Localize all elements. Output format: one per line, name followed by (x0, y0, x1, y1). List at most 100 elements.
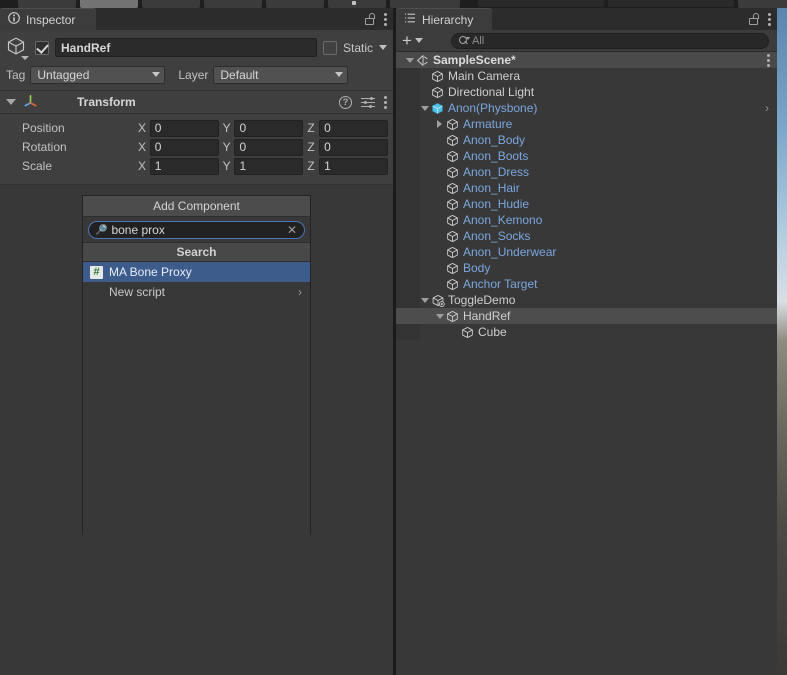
scale-label: Scale (22, 159, 53, 173)
toolbar-tool-transform[interactable] (328, 0, 386, 8)
prefab-cube-icon (430, 102, 445, 115)
toolbar-tool-hand[interactable] (18, 0, 76, 8)
hierarchy-row-cube[interactable]: Cube (396, 324, 777, 340)
gameobject-cube-icon[interactable] (6, 36, 29, 60)
toolbar-handle-dropdown[interactable] (608, 0, 734, 7)
expand-arrow-down-icon[interactable] (404, 57, 415, 63)
hierarchy-row-directional-light[interactable]: Directional Light (396, 84, 777, 100)
transform-component-header[interactable]: Transform ? (0, 91, 393, 114)
hierarchy-row-anon-boots[interactable]: Anon_Boots (396, 148, 777, 164)
gameobject-icon (445, 182, 460, 195)
kebab-menu-icon[interactable] (767, 54, 770, 67)
toolbar-pivot-dropdown[interactable] (478, 0, 604, 7)
toolbar-tool-rotate[interactable] (142, 0, 200, 8)
tab-inspector[interactable]: Inspector (0, 8, 96, 30)
chevron-right-icon: › (298, 285, 302, 299)
gameobject-icon (445, 134, 460, 147)
kebab-menu-icon[interactable] (384, 95, 387, 109)
tab-hierarchy[interactable]: Hierarchy (396, 8, 492, 30)
hierarchy-tree: SampleScene* Main Camera Directional Light… (396, 52, 777, 340)
gameobject-enabled-checkbox[interactable] (35, 40, 49, 55)
hierarchy-row-anon-socks[interactable]: Anon_Socks (396, 228, 777, 244)
hierarchy-create-button[interactable]: + (402, 32, 423, 49)
transform-axis-icon (23, 93, 38, 111)
add-component-item-ma-bone-proxy[interactable]: # MA Bone Proxy (83, 262, 310, 282)
toolbar-tool-scale[interactable] (204, 0, 262, 8)
hierarchy-row-samplescene[interactable]: SampleScene* (396, 52, 777, 68)
rotation-label: Rotation (22, 140, 67, 154)
scale-z-input[interactable]: 1 (319, 157, 388, 175)
hierarchy-row-toggledemo[interactable]: ToggleDemo (396, 292, 777, 308)
expand-arrow-right-icon[interactable] (434, 120, 445, 128)
expand-arrow-down-icon[interactable] (419, 105, 430, 111)
hierarchy-row-anon-hudie[interactable]: Anon_Hudie (396, 196, 777, 212)
gameobject-icon-caret (21, 56, 29, 60)
expand-arrow-down-icon[interactable] (434, 313, 445, 319)
rotation-x-input[interactable]: 0 (149, 138, 219, 156)
clear-x-icon[interactable]: ✕ (287, 224, 297, 236)
hierarchy-row-anon-body[interactable]: Anon_Body (396, 132, 777, 148)
gameobject-icon (445, 278, 460, 291)
scene-view-sliver (777, 8, 787, 675)
kebab-menu-icon[interactable] (384, 12, 387, 26)
toolbar-play-controls[interactable] (738, 0, 787, 8)
gameobject-icon (445, 262, 460, 275)
gameobject-icon (445, 230, 460, 243)
static-checkbox[interactable] (322, 40, 337, 55)
lock-open-icon[interactable] (365, 13, 375, 25)
tag-value: Untagged (37, 67, 90, 82)
hierarchy-tabbar: Hierarchy (396, 8, 777, 30)
hierarchy-row-handref[interactable]: HandRef (396, 308, 777, 324)
add-component-search-field[interactable]: 🔍 ✕ (88, 221, 305, 239)
add-component-item-label: New script (109, 285, 166, 299)
axis-z-label: Z (307, 159, 315, 173)
hierarchy-row-anon-dress[interactable]: Anon_Dress (396, 164, 777, 180)
layer-label: Layer (178, 67, 209, 82)
lock-open-icon[interactable] (749, 13, 759, 25)
rotation-z-input[interactable]: 0 (319, 138, 388, 156)
hierarchy-row-armature[interactable]: Armature (396, 116, 777, 132)
add-component-search-input[interactable] (111, 223, 283, 237)
position-x-input[interactable]: 0 (149, 119, 219, 137)
hierarchy-row-anon-kemono[interactable]: Anon_Kemono (396, 212, 777, 228)
hierarchy-search-input[interactable]: All (450, 32, 769, 49)
kebab-menu-icon[interactable] (768, 12, 771, 26)
hierarchy-row-label: Directional Light (448, 85, 535, 99)
scale-y-input[interactable]: 1 (234, 157, 304, 175)
hierarchy-row-body[interactable]: Body (396, 260, 777, 276)
toolbar-tool-move[interactable] (80, 0, 138, 8)
position-y-input[interactable]: 0 (234, 119, 304, 137)
hierarchy-row-anon-physbone[interactable]: Anon(Physbone) › (396, 100, 777, 116)
chevron-right-icon[interactable]: › (765, 100, 769, 116)
hierarchy-row-label: ToggleDemo (448, 293, 516, 307)
transform-foldout-icon[interactable] (6, 99, 16, 105)
info-icon (8, 12, 20, 27)
rotation-y-input[interactable]: 0 (234, 138, 304, 156)
tag-dropdown[interactable]: Untagged (30, 65, 166, 84)
add-component-button[interactable]: Add Component (83, 196, 310, 217)
expand-arrow-down-icon[interactable] (419, 297, 430, 303)
toolbar-tool-rect[interactable] (266, 0, 324, 8)
layer-dropdown[interactable]: Default (213, 65, 349, 84)
gameobject-icon (430, 86, 445, 99)
gameobject-icon (445, 214, 460, 227)
add-component-item-new-script[interactable]: New script › (83, 282, 310, 302)
preset-settings-icon[interactable] (361, 96, 375, 109)
static-chevron-down-icon[interactable] (379, 45, 387, 50)
hierarchy-row-anon-underwear[interactable]: Anon_Underwear (396, 244, 777, 260)
gameobject-name-input[interactable]: HandRef (55, 38, 317, 57)
inspector-object-header: HandRef Static Tag Untagged Layer Defaul… (0, 30, 393, 91)
hierarchy-search-placeholder: All (471, 34, 485, 47)
scale-x-input[interactable]: 1 (149, 157, 219, 175)
hierarchy-row-label: HandRef (463, 309, 511, 323)
hierarchy-row-label: Anon_Kemono (463, 213, 543, 227)
position-z-input[interactable]: 0 (319, 119, 388, 137)
help-icon[interactable]: ? (339, 95, 352, 109)
hierarchy-row-anon-hair[interactable]: Anon_Hair (396, 180, 777, 196)
hierarchy-row-anchor-target[interactable]: Anchor Target (396, 276, 777, 292)
chevron-down-icon (414, 38, 423, 43)
toolbar-tool-custom[interactable] (390, 0, 460, 8)
axis-z-label: Z (307, 140, 315, 154)
axis-y-label: Y (222, 159, 231, 173)
hierarchy-row-main-camera[interactable]: Main Camera (396, 68, 777, 84)
